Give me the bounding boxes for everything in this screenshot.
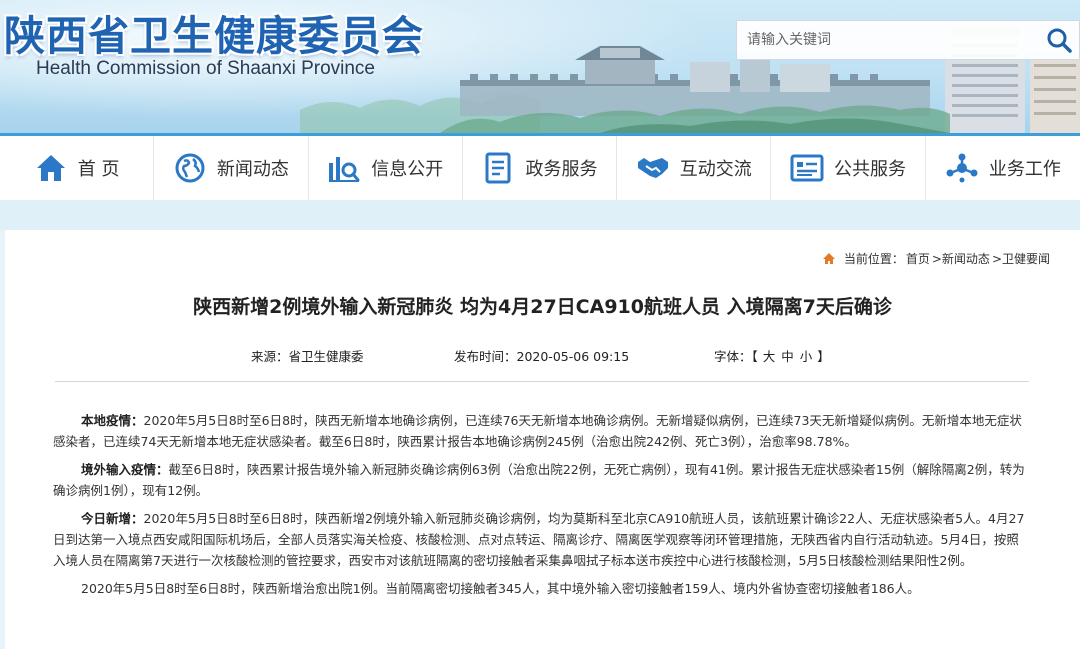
search-input[interactable] — [737, 21, 1037, 59]
font-size-control: 字体：【 大 中 小 】 — [714, 346, 830, 365]
breadcrumb-prefix: 当前位置： — [843, 252, 904, 266]
breadcrumb: 当前位置： 首页 >新闻动态 >卫健要闻 — [822, 250, 1052, 267]
paragraph-text: 2020年5月5日8时至6日8时，陕西新增治愈出院1例。当前隔离密切接触者345… — [81, 581, 920, 596]
nav-item-label: 业务工作 — [988, 159, 1061, 180]
search-icon — [1047, 28, 1072, 53]
site-banner: 陕西省卫生健康委员会 Health Commission of Shaanxi … — [0, 0, 1080, 133]
nav-item-home[interactable]: 首 页 — [0, 136, 155, 200]
article-title: 陕西新增2例境外输入新冠肺炎 均为4月27日CA910航班人员 入境隔离7天后确… — [193, 296, 892, 318]
handshake-icon — [636, 151, 670, 185]
nav-item-label: 首 页 — [77, 159, 120, 180]
nav-item-label: 互动交流 — [679, 159, 752, 180]
nav-item-label: 公共服务 — [834, 159, 907, 180]
font-size-medium-button[interactable]: 中 — [781, 349, 794, 364]
home-icon — [34, 151, 68, 185]
breadcrumb-home-icon — [822, 252, 835, 264]
font-size-label: 字体：【 — [714, 349, 758, 364]
font-size-large-button[interactable]: 大 — [763, 349, 776, 364]
site-subtitle-english: Health Commission of Shaanxi Province — [36, 58, 375, 79]
article-source: 来源：省卫生健康委 — [251, 349, 364, 364]
title-divider — [55, 381, 1029, 382]
article-paragraph: 境外输入疫情：截至6日8时，陕西累计报告境外输入新冠肺炎确诊病例63例（治愈出院… — [53, 459, 1031, 501]
nav-item-label: 信息公开 — [371, 159, 444, 180]
main-nav: 首 页 新闻动态 信息公开 政务服务 互动交流 公共服务 业务工作 — [0, 133, 1080, 200]
article-meta: 来源：省卫生健康委 发布时间：2020-05-06 09:15 字体：【 大 中… — [5, 346, 1080, 366]
nav-item-news[interactable]: 新闻动态 — [154, 136, 309, 200]
article-body: 本地疫情：2020年5月5日8时至6日8时，陕西无新增本地确诊病例，已连续76天… — [53, 410, 1031, 606]
network-icon — [945, 151, 979, 185]
article-publish-time: 发布时间：2020-05-06 09:15 — [454, 349, 630, 364]
breadcrumb-news-link[interactable]: >新闻动态 — [932, 250, 990, 267]
nav-bottom-strip — [0, 200, 1080, 230]
font-size-small-button[interactable]: 小 — [800, 349, 813, 364]
nav-item-interaction[interactable]: 互动交流 — [617, 136, 772, 200]
article-paragraph: 2020年5月5日8时至6日8时，陕西新增治愈出院1例。当前隔离密切接触者345… — [53, 578, 1031, 599]
chart-search-icon — [327, 151, 361, 185]
list-card-icon — [790, 151, 824, 185]
nav-item-gov-services[interactable]: 政务服务 — [463, 136, 618, 200]
breadcrumb-section-link[interactable]: >卫健要闻 — [992, 250, 1050, 267]
article-paragraph: 今日新增：2020年5月5日8时至6日8时，陕西新增2例境外输入新冠肺炎确诊病例… — [53, 508, 1031, 571]
nav-item-label: 新闻动态 — [216, 159, 289, 180]
breadcrumb-home-link[interactable]: 首页 — [906, 250, 930, 267]
paragraph-lead: 今日新增： — [81, 511, 144, 526]
globe-icon — [173, 151, 207, 185]
paragraph-lead: 境外输入疫情： — [81, 462, 169, 477]
search-button[interactable] — [1037, 21, 1080, 59]
font-size-bracket-end: 】 — [817, 349, 830, 364]
document-icon — [481, 151, 515, 185]
site-title: 陕西省卫生健康委员会 — [4, 12, 424, 60]
nav-item-public-services[interactable]: 公共服务 — [771, 136, 926, 200]
article-panel: 当前位置： 首页 >新闻动态 >卫健要闻 陕西新增2例境外输入新冠肺炎 均为4月… — [5, 230, 1080, 649]
search-box — [736, 20, 1080, 60]
paragraph-text: 截至6日8时，陕西累计报告境外输入新冠肺炎确诊病例63例（治愈出院22例，无死亡… — [53, 462, 1025, 498]
nav-item-business-work[interactable]: 业务工作 — [926, 136, 1080, 200]
nav-item-label: 政务服务 — [525, 159, 598, 180]
article-paragraph: 本地疫情：2020年5月5日8时至6日8时，陕西无新增本地确诊病例，已连续76天… — [53, 410, 1031, 452]
paragraph-text: 2020年5月5日8时至6日8时，陕西新增2例境外输入新冠肺炎确诊病例，均为莫斯… — [53, 511, 1025, 568]
paragraph-text: 2020年5月5日8时至6日8时，陕西无新增本地确诊病例，已连续76天无新增本地… — [53, 413, 1022, 449]
paragraph-lead: 本地疫情： — [81, 413, 144, 428]
nav-item-info-disclosure[interactable]: 信息公开 — [309, 136, 463, 200]
